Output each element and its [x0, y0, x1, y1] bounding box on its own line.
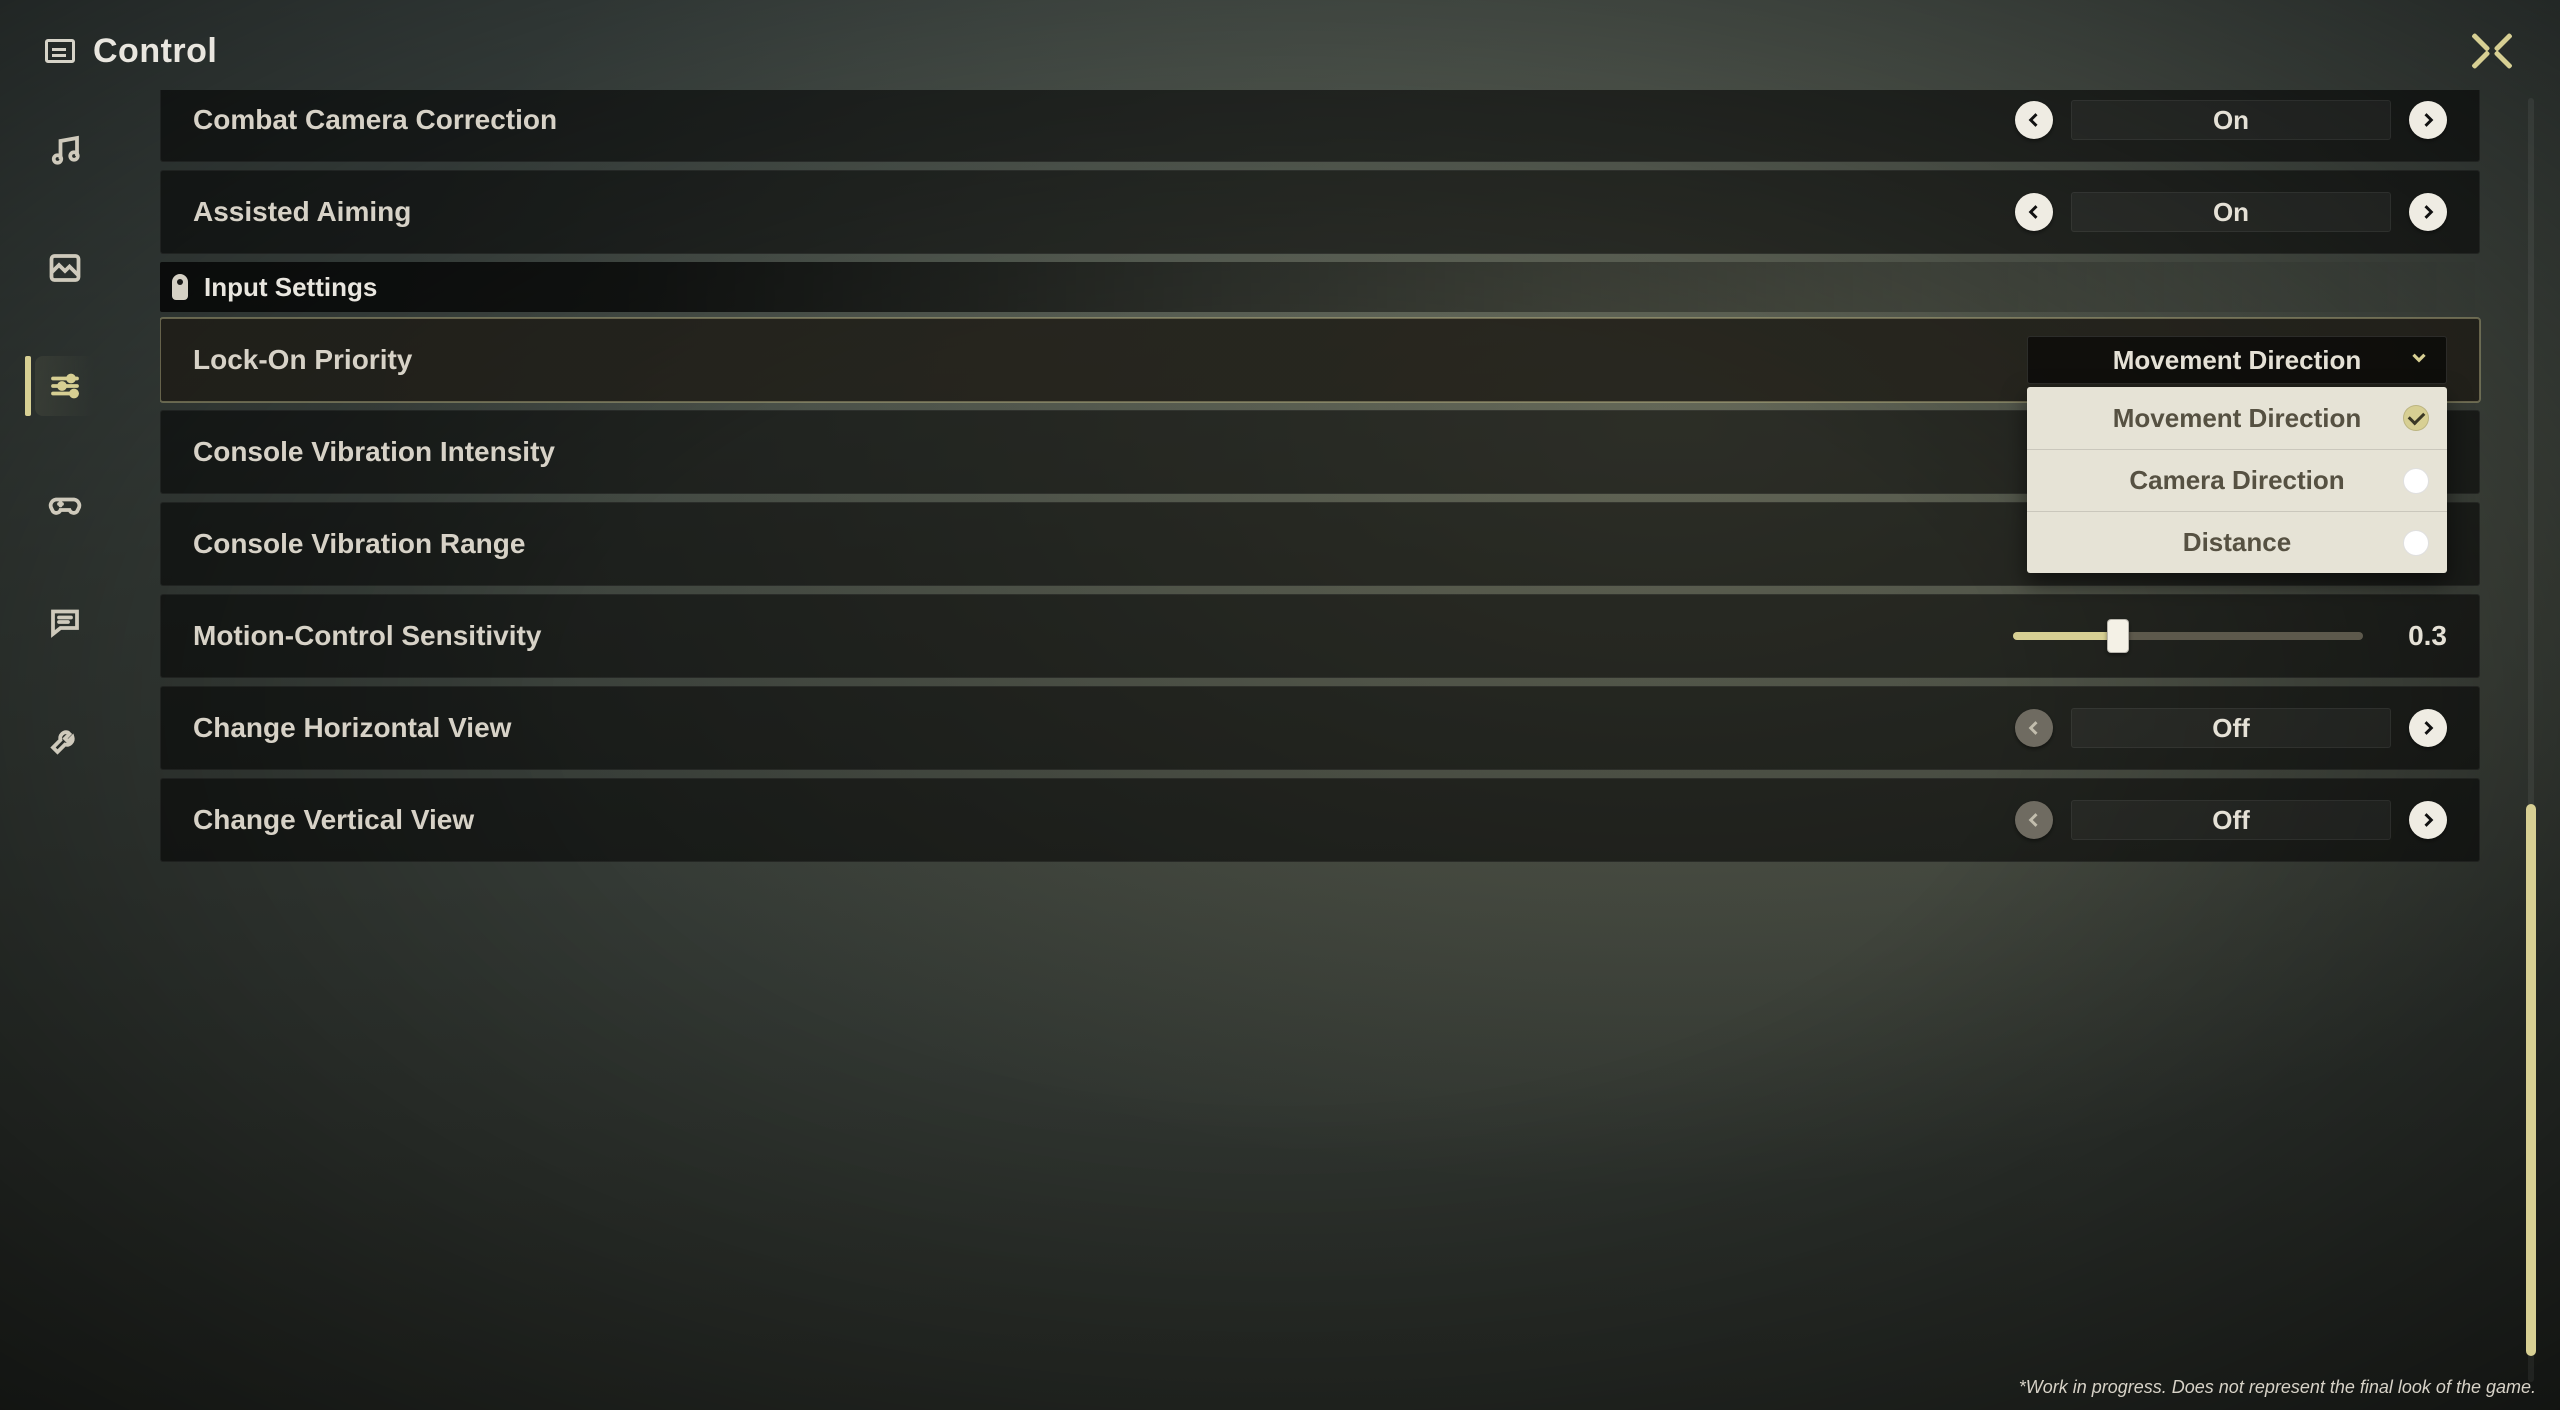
- setting-label: Change Horizontal View: [193, 712, 1500, 744]
- nav-controller[interactable]: [35, 474, 95, 534]
- setting-label: Combat Camera Correction: [193, 104, 1500, 136]
- nav-tools[interactable]: [35, 710, 95, 770]
- setting-control: 0.3: [2013, 620, 2447, 652]
- spinner-value: On: [2071, 192, 2391, 232]
- spinner-value: Off: [2071, 800, 2391, 840]
- nav-chat[interactable]: [35, 592, 95, 652]
- setting-control: Movement Direction: [2027, 336, 2447, 384]
- slider-value: 0.3: [2391, 620, 2447, 652]
- setting-label: Change Vertical View: [193, 804, 1500, 836]
- setting-row: Combat Camera Correction On: [160, 90, 2480, 162]
- spinner-prev[interactable]: [2015, 193, 2053, 231]
- spinner-value: On: [2071, 100, 2391, 140]
- dropdown-option-label: Distance: [2183, 527, 2291, 558]
- chevron-down-icon: [2408, 345, 2430, 376]
- pin-icon: [172, 274, 188, 300]
- dropdown-option[interactable]: Distance: [2027, 511, 2447, 573]
- setting-row: Motion-Control Sensitivity 0.3: [160, 594, 2480, 678]
- dropdown-option-label: Camera Direction: [2129, 465, 2344, 496]
- close-button[interactable]: [2469, 28, 2515, 74]
- spinner-prev[interactable]: [2015, 101, 2053, 139]
- control-icon: [45, 39, 75, 63]
- setting-control: On: [2015, 192, 2447, 232]
- radio-icon: [2403, 468, 2429, 494]
- side-nav: [0, 0, 130, 1410]
- setting-label: Console Vibration Range: [193, 528, 1500, 560]
- scroll-rail[interactable]: [2528, 98, 2534, 1382]
- setting-label: Lock-On Priority: [193, 344, 1500, 376]
- disclaimer: *Work in progress. Does not represent th…: [2019, 1377, 2536, 1398]
- dropdown-value: Movement Direction: [2113, 345, 2362, 376]
- radio-icon: [2403, 530, 2429, 556]
- spinner-next[interactable]: [2409, 101, 2447, 139]
- setting-control: Off: [2015, 800, 2447, 840]
- page-title: Control: [93, 32, 217, 71]
- setting-control: On: [2015, 100, 2447, 140]
- spinner-next[interactable]: [2409, 193, 2447, 231]
- dropdown-option[interactable]: Camera Direction: [2027, 449, 2447, 511]
- nav-photo[interactable]: [35, 238, 95, 298]
- setting-row: Change Vertical View Off: [160, 778, 2480, 862]
- section-title: Input Settings: [204, 272, 377, 303]
- dropdown-option[interactable]: Movement Direction: [2027, 387, 2447, 449]
- spinner-next[interactable]: [2409, 709, 2447, 747]
- spinner-prev: [2015, 709, 2053, 747]
- check-icon: [2403, 405, 2429, 431]
- slider-thumb[interactable]: [2107, 619, 2129, 653]
- nav-audio[interactable]: [35, 120, 95, 180]
- dropdown-list: Movement Direction Camera Direction Distan…: [2027, 387, 2447, 573]
- dropdown-option-label: Movement Direction: [2113, 403, 2362, 434]
- setting-label: Motion-Control Sensitivity: [193, 620, 1500, 652]
- spinner-prev: [2015, 801, 2053, 839]
- dropdown[interactable]: Movement Direction: [2027, 336, 2447, 384]
- setting-label: Assisted Aiming: [193, 196, 1500, 228]
- nav-settings[interactable]: [35, 356, 95, 416]
- setting-label: Console Vibration Intensity: [193, 436, 1500, 468]
- spinner-next[interactable]: [2409, 801, 2447, 839]
- setting-row: Change Horizontal View Off: [160, 686, 2480, 770]
- setting-row: Assisted Aiming On: [160, 170, 2480, 254]
- section-header: Input Settings: [160, 262, 2480, 312]
- setting-row: Lock-On PriorityMovement DirectionCamera…: [160, 318, 2480, 402]
- slider-track[interactable]: [2013, 632, 2363, 640]
- setting-control: Off: [2015, 708, 2447, 748]
- spinner-value: Off: [2071, 708, 2391, 748]
- scroll-thumb[interactable]: [2526, 804, 2536, 1356]
